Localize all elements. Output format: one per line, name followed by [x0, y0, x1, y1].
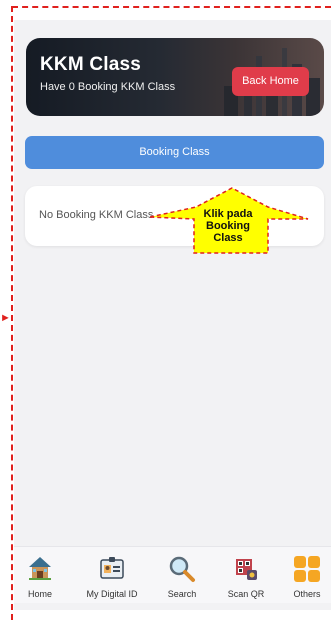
empty-bookings-message: No Booking KKM Class	[39, 209, 154, 221]
home-icon	[29, 557, 51, 580]
page-title: KKM Class	[40, 54, 142, 75]
booking-count-text: Have 0 Booking KKM Class	[40, 81, 176, 93]
search-icon	[169, 556, 195, 582]
callout-line-2: Booking	[206, 220, 250, 232]
back-home-button[interactable]: Back Home	[232, 67, 309, 96]
nav-others-label: Others	[293, 589, 321, 599]
nav-home[interactable]: Home	[10, 547, 70, 603]
callout-line-1: Klik pada	[203, 208, 253, 220]
nav-my-digital-id[interactable]: My Digital ID	[82, 547, 142, 603]
scan-qr-icon	[236, 559, 257, 580]
callout-line-3: Class	[213, 232, 243, 244]
id-card-icon	[100, 557, 124, 579]
app-screen: KKM Class Have 0 Booking KKM Class Back …	[14, 8, 331, 610]
grid-icon	[294, 556, 320, 582]
status-bar	[14, 8, 331, 20]
bottom-navigation: Home My Digital ID Search Scan QR Others	[14, 546, 331, 603]
tutorial-guide-arrow-icon: ►	[0, 312, 11, 324]
nav-scan-qr[interactable]: Scan QR	[216, 547, 276, 603]
booking-class-button[interactable]: Booking Class	[25, 136, 324, 169]
class-header-card: KKM Class Have 0 Booking KKM Class Back …	[26, 38, 324, 116]
nav-search[interactable]: Search	[152, 547, 212, 603]
nav-search-label: Search	[167, 589, 197, 599]
nav-others[interactable]: Others	[277, 547, 331, 603]
nav-my-digital-id-label: My Digital ID	[86, 589, 138, 599]
nav-scan-qr-label: Scan QR	[227, 589, 265, 599]
tutorial-callout-text: Klik pada Booking Class	[196, 208, 260, 244]
nav-home-label: Home	[27, 589, 52, 599]
